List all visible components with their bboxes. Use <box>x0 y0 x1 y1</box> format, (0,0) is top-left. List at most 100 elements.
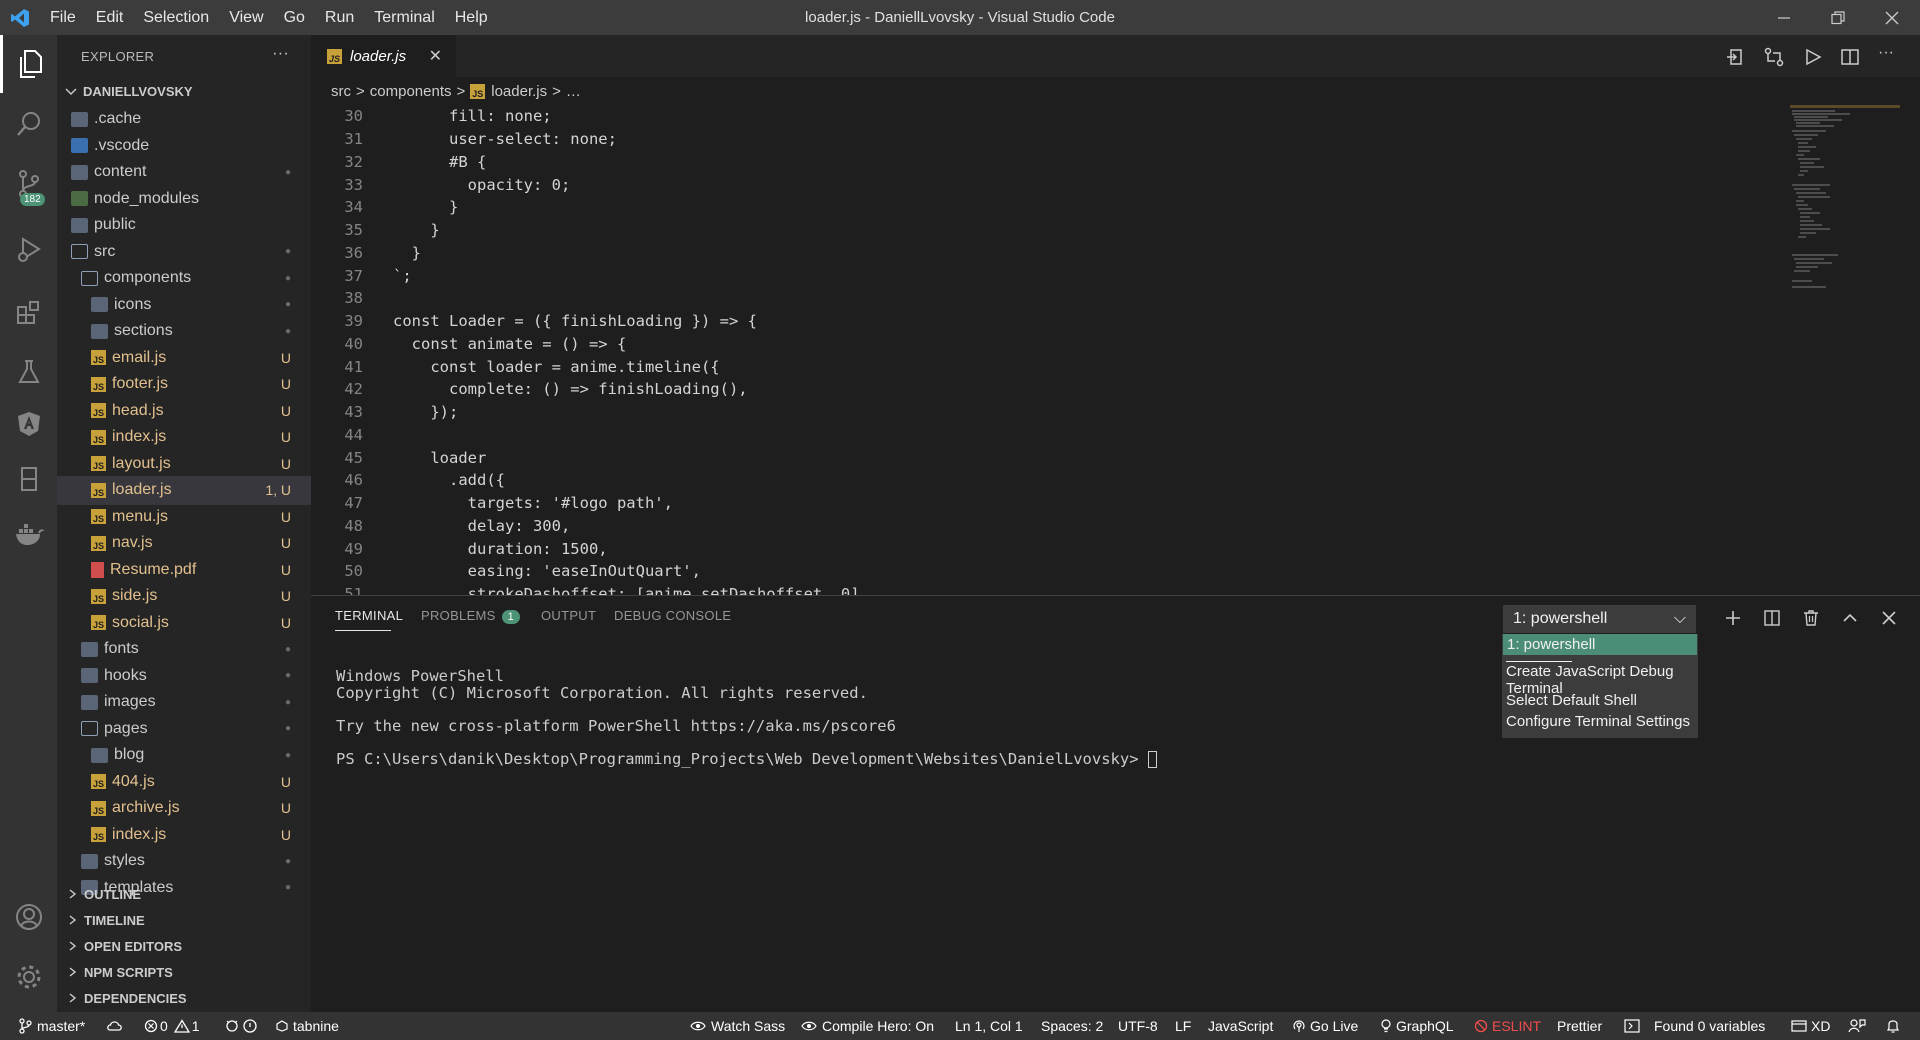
angular-activity-button[interactable] <box>0 395 57 453</box>
sync-status[interactable] <box>106 1012 124 1040</box>
tree-item[interactable]: JS index.js U <box>57 822 311 849</box>
tree-item[interactable]: images ● <box>57 689 311 716</box>
tab-terminal[interactable]: TERMINAL <box>335 608 403 623</box>
tree-item[interactable]: JS nav.js U <box>57 530 311 557</box>
minimize-button[interactable] <box>1756 0 1812 35</box>
menu-run[interactable]: Run <box>315 0 364 35</box>
run-icon[interactable] <box>1802 47 1826 67</box>
tree-item[interactable]: icons ● <box>57 292 311 319</box>
workspace-root[interactable]: DANIELLVOVSKY <box>57 77 311 106</box>
tab-debug-console[interactable]: DEBUG CONSOLE <box>614 608 731 623</box>
tree-item[interactable]: JS loader.js 1, U <box>57 476 311 505</box>
liveshare-status[interactable] <box>224 1012 258 1040</box>
tree-item[interactable]: hooks ● <box>57 663 311 690</box>
language-mode[interactable]: JavaScript <box>1208 1012 1273 1040</box>
prettier-status[interactable]: Prettier <box>1557 1012 1602 1040</box>
section-npm-scripts[interactable]: NPM SCRIPTS <box>57 959 311 985</box>
close-window-button[interactable] <box>1864 0 1920 35</box>
tab-output[interactable]: OUTPUT <box>541 608 596 623</box>
breadcrumb-src[interactable]: src <box>331 83 351 100</box>
tree-item[interactable]: JS layout.js U <box>57 451 311 478</box>
tree-item[interactable]: pages ● <box>57 716 311 743</box>
tab-loader-js[interactable]: JS loader.js ✕ <box>311 35 456 77</box>
testing-activity-button[interactable] <box>0 343 57 401</box>
section-dependencies[interactable]: DEPENDENCIES <box>57 985 311 1011</box>
tree-item[interactable]: JS side.js U <box>57 583 311 610</box>
tree-item[interactable]: public <box>57 212 311 239</box>
compile-hero-button[interactable]: Compile Hero: On <box>801 1012 934 1040</box>
tree-item[interactable]: sections ● <box>57 318 311 345</box>
accounts-activity-button[interactable] <box>0 888 57 946</box>
menu-selection[interactable]: Selection <box>133 0 219 35</box>
tabnine-status[interactable]: tabnine <box>276 1012 339 1040</box>
tree-item[interactable]: .cache <box>57 106 311 133</box>
open-changes-icon[interactable] <box>1725 47 1749 67</box>
terminal-output[interactable]: Windows PowerShell Copyright (C) Microsof… <box>336 666 1157 768</box>
tree-item[interactable]: blog ● <box>57 742 311 769</box>
graphql-status[interactable]: GraphQL <box>1380 1012 1454 1040</box>
tree-item[interactable]: JS 404.js U <box>57 769 311 796</box>
new-terminal-button[interactable] <box>1723 608 1743 628</box>
tree-item[interactable]: JS index.js U <box>57 424 311 451</box>
compare-icon[interactable] <box>1763 47 1787 67</box>
tree-item[interactable]: JS social.js U <box>57 610 311 637</box>
close-panel-button[interactable] <box>1879 608 1899 628</box>
tree-item[interactable]: Resume.pdf U <box>57 557 311 584</box>
explorer-activity-button[interactable] <box>0 35 57 93</box>
tree-item[interactable]: .vscode <box>57 133 311 160</box>
section-outline[interactable]: OUTLINE <box>57 881 311 907</box>
menu-view[interactable]: View <box>219 0 273 35</box>
kill-terminal-button[interactable] <box>1801 608 1821 628</box>
tree-item[interactable]: JS archive.js U <box>57 795 311 822</box>
breadcrumb-symbol[interactable]: … <box>566 83 581 100</box>
tree-item[interactable]: JS footer.js U <box>57 371 311 398</box>
more-actions-icon[interactable]: ··· <box>272 45 289 63</box>
search-activity-button[interactable] <box>0 95 57 153</box>
tab-problems[interactable]: PROBLEMS 1 <box>421 608 521 624</box>
dropdown-option-js-debug-terminal[interactable]: Create JavaScript Debug Terminal <box>1502 663 1698 697</box>
remote-explorer-activity-button[interactable] <box>0 450 57 508</box>
tree-item[interactable]: components ● <box>57 265 311 292</box>
tree-item[interactable]: JS head.js U <box>57 398 311 425</box>
xd-status[interactable]: XD <box>1791 1012 1830 1040</box>
menu-file[interactable]: File <box>40 0 86 35</box>
tree-item[interactable]: JS email.js U <box>57 345 311 372</box>
section-open-editors[interactable]: OPEN EDITORS <box>57 933 311 959</box>
dropdown-option-configure-terminal[interactable]: Configure Terminal Settings <box>1502 711 1698 732</box>
maximize-panel-button[interactable] <box>1840 608 1860 628</box>
feedback-button[interactable] <box>1848 1012 1866 1040</box>
docker-activity-button[interactable] <box>0 505 57 563</box>
more-editor-actions-icon[interactable]: ··· <box>1878 44 1894 62</box>
shell-selector[interactable]: 1: powershell ⌵ <box>1503 605 1696 633</box>
menu-go[interactable]: Go <box>274 0 315 35</box>
branch-status[interactable]: master* <box>18 1012 85 1040</box>
go-live-button[interactable]: Go Live <box>1292 1012 1358 1040</box>
manage-activity-button[interactable] <box>0 948 57 1006</box>
tree-item[interactable]: styles ● <box>57 848 311 875</box>
breadcrumb-loader-js[interactable]: loader.js <box>491 83 547 100</box>
split-editor-icon[interactable] <box>1840 47 1864 67</box>
cursor-position[interactable]: Ln 1, Col 1 <box>955 1012 1023 1040</box>
menu-terminal[interactable]: Terminal <box>364 0 444 35</box>
dropdown-option-powershell[interactable]: 1: powershell <box>1503 634 1697 655</box>
tree-item[interactable]: JS menu.js U <box>57 504 311 531</box>
notifications-button[interactable] <box>1886 1012 1900 1040</box>
menu-edit[interactable]: Edit <box>86 0 134 35</box>
problems-status[interactable]: 0 1 <box>144 1012 200 1040</box>
code-editor[interactable]: 30 fill: none; 31 user-select: none; 32 #B… <box>311 105 1791 595</box>
breadcrumb-components[interactable]: components <box>370 83 452 100</box>
split-terminal-button[interactable] <box>1762 608 1782 628</box>
eslint-status[interactable]: ESLINT <box>1474 1012 1541 1040</box>
indentation-status[interactable]: Spaces: 2 <box>1041 1012 1103 1040</box>
section-timeline[interactable]: TIMELINE <box>57 907 311 933</box>
tree-item[interactable]: src ● <box>57 239 311 266</box>
run-debug-activity-button[interactable] <box>0 220 57 278</box>
minimap[interactable] <box>1790 105 1900 305</box>
tree-item[interactable]: fonts ● <box>57 636 311 663</box>
menu-help[interactable]: Help <box>445 0 498 35</box>
encoding-status[interactable]: UTF-8 <box>1118 1012 1158 1040</box>
eol-status[interactable]: LF <box>1175 1012 1191 1040</box>
variables-status[interactable]: Found 0 variables <box>1624 1012 1765 1040</box>
tree-item[interactable]: node_modules <box>57 186 311 213</box>
close-tab-icon[interactable]: ✕ <box>429 46 442 66</box>
